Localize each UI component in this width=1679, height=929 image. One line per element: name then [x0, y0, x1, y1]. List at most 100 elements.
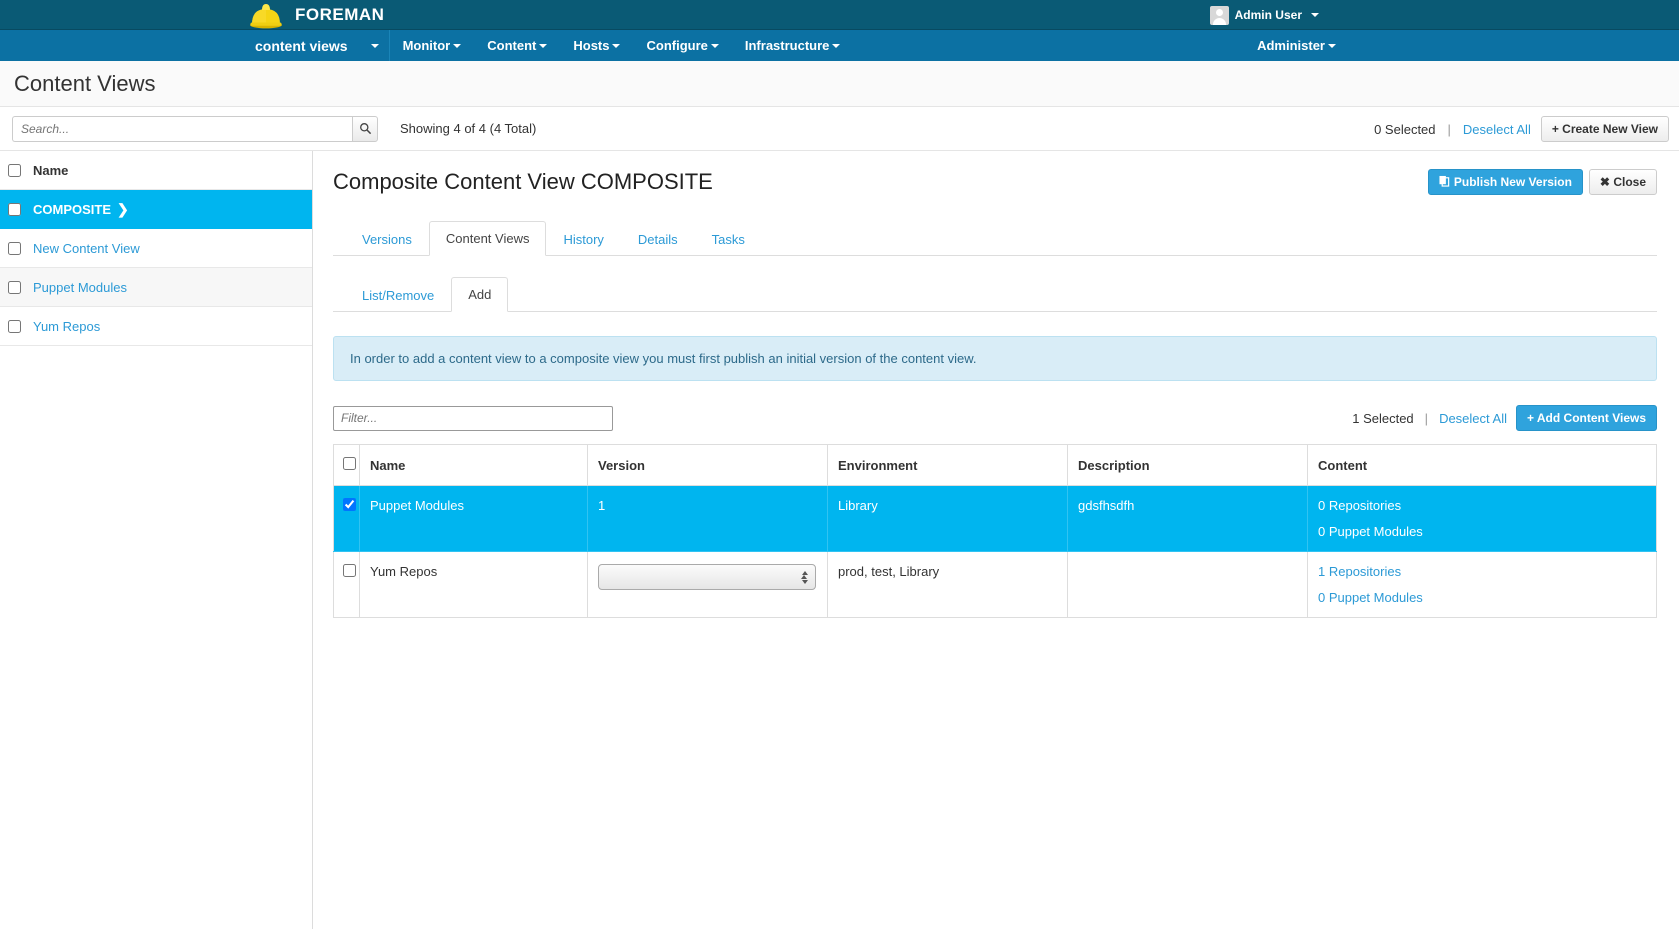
cell-name: Puppet Modules [359, 485, 588, 552]
toolbar-right: 0 Selected | Deselect All + Create New V… [1374, 107, 1669, 151]
sidebar-item-label: Puppet Modules [33, 279, 127, 295]
nav-items: Monitor Content Hosts Configure Infrastr… [390, 30, 854, 61]
panel-title: Composite Content View COMPOSITE [333, 169, 713, 194]
close-button[interactable]: ✖ Close [1588, 169, 1657, 195]
sidebar-item-yum-repos[interactable]: Yum Repos [0, 307, 312, 346]
filter-input[interactable] [333, 405, 613, 431]
sidebar-item-new-content-view[interactable]: New Content View [0, 229, 312, 268]
nav-item-infrastructure[interactable]: Infrastructure [732, 30, 854, 61]
cell-description: gdsfhsdfh [1067, 485, 1308, 552]
chevron-down-icon [1311, 13, 1319, 17]
column-header-name[interactable]: Name [359, 444, 588, 486]
brand-name: FOREMAN [295, 5, 385, 24]
sidebar-item-label: COMPOSITE [33, 201, 112, 217]
tab-history[interactable]: History [546, 222, 620, 256]
row-checkbox[interactable] [8, 241, 21, 255]
cell-environment: Library [827, 485, 1068, 552]
nav-item-hosts[interactable]: Hosts [560, 30, 633, 61]
cell-description [1067, 551, 1308, 618]
stepper-arrows-icon [799, 568, 810, 586]
search-input[interactable] [12, 115, 352, 142]
row-select-cell [333, 551, 360, 618]
brand[interactable]: FOREMAN [246, 0, 384, 30]
table-select-all-cell [333, 444, 360, 486]
content-view-list: Name COMPOSITE ❯ New Content View Puppet… [0, 151, 313, 929]
row-checkbox[interactable] [343, 564, 356, 577]
add-content-views-button[interactable]: + Add Content Views [1515, 405, 1657, 431]
row-name-label: Yum Repos [370, 564, 438, 579]
cell-version: 1 [587, 485, 828, 552]
nav-context-label: content views [255, 37, 348, 54]
row-checkbox[interactable] [8, 202, 21, 216]
repositories-link[interactable]: 0 Repositories [1318, 498, 1646, 513]
publish-new-version-button[interactable]: Publish New Version [1427, 169, 1583, 195]
nav-item-label: Content [487, 38, 537, 53]
chevron-down-icon [612, 43, 621, 48]
table-row[interactable]: Yum Repos prod, test, Library 1 Reposito… [333, 551, 1657, 618]
nav-item-label: Configure [646, 38, 708, 53]
chevron-down-icon [832, 43, 841, 48]
close-label: Close [1613, 175, 1646, 189]
panel-header: Composite Content View COMPOSITE Publish… [333, 169, 1657, 195]
chevron-down-icon [539, 43, 548, 48]
column-header-content[interactable]: Content [1307, 444, 1657, 486]
tab-tasks[interactable]: Tasks [695, 222, 762, 256]
user-name: Admin User [1234, 8, 1302, 22]
main-nav: content views Monitor Content Hosts Conf… [0, 30, 1679, 61]
column-header-environment[interactable]: Environment [827, 444, 1068, 486]
nav-item-configure[interactable]: Configure [633, 30, 731, 61]
table-header-row: Name Version Environment Description Con… [333, 444, 1657, 486]
nav-item-label: Administer [1257, 38, 1325, 53]
search-box [12, 115, 378, 142]
divider: | [1447, 121, 1451, 137]
user-menu[interactable]: Admin User [1209, 0, 1319, 30]
select-all-checkbox[interactable] [8, 163, 21, 177]
top-brand-bar: FOREMAN Admin User [0, 0, 1679, 30]
subtab-add[interactable]: Add [451, 277, 509, 312]
table-deselect-all-link[interactable]: Deselect All [1439, 411, 1507, 426]
nav-right: Administer [1244, 30, 1349, 61]
cell-content: 1 Repositories 0 Puppet Modules [1307, 551, 1657, 618]
cell-version [587, 551, 828, 618]
table-select-all-checkbox[interactable] [343, 457, 356, 470]
sidebar-item-puppet-modules[interactable]: Puppet Modules [0, 268, 312, 307]
search-button[interactable] [352, 115, 378, 142]
repositories-link[interactable]: 1 Repositories [1318, 564, 1646, 579]
row-checkbox[interactable] [8, 319, 21, 333]
row-checkbox[interactable] [343, 498, 356, 511]
table-row[interactable]: Puppet Modules 1 Library gdsfhsdfh 0 Rep… [333, 485, 1657, 552]
list-header-row: Name [0, 151, 312, 190]
subtab-list-remove[interactable]: List/Remove [345, 278, 451, 312]
row-name-label: Puppet Modules [370, 498, 464, 513]
nav-item-monitor[interactable]: Monitor [390, 30, 475, 61]
publish-icon [1439, 175, 1450, 187]
sidebar-item-composite[interactable]: COMPOSITE ❯ [0, 190, 312, 229]
cell-environment: prod, test, Library [827, 551, 1068, 618]
avatar-icon [1209, 5, 1229, 25]
deselect-all-link[interactable]: Deselect All [1463, 122, 1531, 137]
sidebar-item-label: Yum Repos [33, 318, 101, 334]
chevron-down-icon [453, 43, 462, 48]
version-select[interactable] [598, 564, 816, 590]
column-header-version[interactable]: Version [587, 444, 828, 486]
filter-right: 1 Selected | Deselect All + Add Content … [1352, 405, 1657, 431]
search-icon [359, 123, 371, 135]
tab-versions[interactable]: Versions [345, 222, 429, 256]
puppet-modules-link[interactable]: 0 Puppet Modules [1318, 590, 1646, 605]
panel-subtabs: List/Remove Add [333, 277, 1657, 312]
nav-item-content[interactable]: Content [474, 30, 560, 61]
cell-content: 0 Repositories 0 Puppet Modules [1307, 485, 1657, 552]
tab-details[interactable]: Details [621, 222, 695, 256]
column-header-description[interactable]: Description [1067, 444, 1308, 486]
publish-label: Publish New Version [1453, 175, 1572, 189]
create-new-view-button[interactable]: + Create New View [1540, 116, 1669, 142]
nav-item-administer[interactable]: Administer [1244, 38, 1349, 53]
detail-panel: Composite Content View COMPOSITE Publish… [313, 151, 1679, 929]
tab-content-views[interactable]: Content Views [428, 221, 547, 256]
table-head: Name Version Environment Description Con… [333, 444, 1657, 486]
puppet-modules-link[interactable]: 0 Puppet Modules [1318, 524, 1646, 539]
filter-row: 1 Selected | Deselect All + Add Content … [333, 405, 1657, 431]
nav-context-content-views[interactable]: content views [255, 30, 390, 61]
row-checkbox[interactable] [8, 280, 21, 294]
chevron-down-icon [370, 43, 379, 48]
